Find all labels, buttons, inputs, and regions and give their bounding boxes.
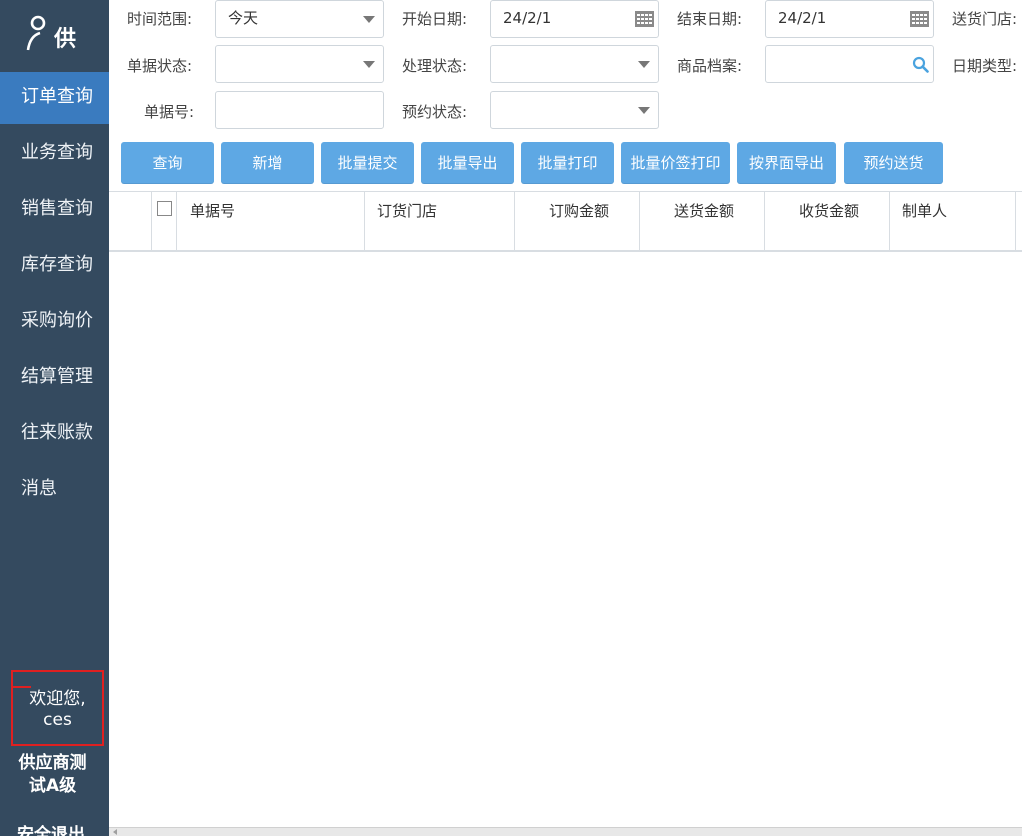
nav-item-order-query[interactable]: 订单查询	[0, 72, 109, 124]
query-button[interactable]: 查询	[121, 142, 214, 184]
end-date-label: 结束日期:	[677, 10, 743, 28]
user-icon	[26, 15, 46, 51]
time-range-label: 时间范围:	[127, 10, 193, 28]
nav-item-inventory-query[interactable]: 库存查询	[0, 240, 109, 296]
username: ces	[43, 710, 72, 730]
app-logo: 供	[26, 12, 86, 60]
date-type-label: 日期类型:	[952, 57, 1018, 75]
table-body	[109, 252, 1022, 827]
process-status-label: 处理状态:	[402, 57, 468, 75]
batch-submit-button[interactable]: 批量提交	[321, 142, 414, 184]
select-all-checkbox[interactable]	[157, 201, 172, 216]
product-file-input[interactable]	[765, 45, 934, 83]
end-date-input[interactable]: 24/2/1	[765, 0, 934, 38]
export-by-view-button[interactable]: 按界面导出	[737, 142, 836, 184]
nav-item-sales-query[interactable]: 销售查询	[0, 184, 109, 240]
start-date-value: 24/2/1	[503, 9, 552, 27]
supplier-name-line2: 试A级	[28, 776, 77, 796]
welcome-text: 欢迎您,	[29, 689, 86, 709]
nav-item-messages[interactable]: 消息	[0, 464, 109, 520]
column-header-doc-no[interactable]: 单据号	[177, 192, 365, 250]
search-icon[interactable]	[912, 56, 929, 73]
start-date-input[interactable]: 24/2/1	[490, 0, 659, 38]
start-date-label: 开始日期:	[402, 10, 468, 28]
horizontal-scrollbar[interactable]	[109, 827, 1022, 836]
add-button[interactable]: 新增	[221, 142, 314, 184]
doc-status-select[interactable]	[215, 45, 384, 83]
time-range-select[interactable]: 今天	[215, 0, 384, 38]
nav-item-purchase-inquiry[interactable]: 采购询价	[0, 296, 109, 352]
column-header-delivery-amount[interactable]: 送货金额	[640, 192, 765, 250]
batch-print-button[interactable]: 批量打印	[521, 142, 614, 184]
nav-menu: 订单查询 业务查询 销售查询 库存查询 采购询价 结算管理 往来账款 消息	[0, 72, 109, 520]
delivery-store-label: 送货门店:	[952, 10, 1018, 28]
supplier-name-line1: 供应商测	[18, 753, 87, 773]
column-header-received-amount[interactable]: 收货金额	[765, 192, 890, 250]
column-header-order-store[interactable]: 订货门店	[365, 192, 515, 250]
row-number-header	[109, 192, 152, 250]
supplier-name: 供应商测 试A级	[0, 752, 105, 798]
calendar-icon[interactable]	[910, 11, 929, 27]
chevron-down-icon	[638, 61, 650, 68]
highlight-mark	[13, 686, 31, 688]
doc-status-label: 单据状态:	[127, 57, 193, 75]
welcome-box: 欢迎您, ces	[11, 670, 104, 746]
sidebar: 供 订单查询 业务查询 销售查询 库存查询 采购询价 结算管理 往来账款 消息 …	[0, 0, 109, 836]
calendar-icon[interactable]	[635, 11, 654, 27]
logout-link[interactable]: 安全退出	[17, 820, 85, 836]
logo-text: 供	[54, 27, 77, 52]
reserve-delivery-button[interactable]: 预约送货	[844, 142, 943, 184]
batch-export-button[interactable]: 批量导出	[421, 142, 514, 184]
time-range-value: 今天	[228, 9, 259, 27]
batch-price-tag-print-button[interactable]: 批量价签打印	[621, 142, 730, 184]
doc-no-input[interactable]	[215, 91, 384, 129]
chevron-down-icon	[638, 107, 650, 114]
nav-item-accounts[interactable]: 往来账款	[0, 408, 109, 464]
reservation-status-select[interactable]	[490, 91, 659, 129]
column-header-order-amount[interactable]: 订购金额	[515, 192, 640, 250]
chevron-down-icon	[363, 16, 375, 23]
process-status-select[interactable]	[490, 45, 659, 83]
nav-item-settlement[interactable]: 结算管理	[0, 352, 109, 408]
table-header: 单据号 订货门店 订购金额 送货金额 收货金额 制单人	[109, 191, 1022, 252]
reservation-status-label: 预约状态:	[402, 103, 468, 121]
doc-no-label: 单据号:	[144, 103, 195, 121]
end-date-value: 24/2/1	[778, 9, 827, 27]
chevron-down-icon	[363, 61, 375, 68]
nav-item-business-query[interactable]: 业务查询	[0, 128, 109, 184]
product-file-label: 商品档案:	[677, 57, 743, 75]
scroll-left-icon[interactable]	[113, 829, 117, 835]
column-header-creator[interactable]: 制单人	[890, 192, 1016, 250]
